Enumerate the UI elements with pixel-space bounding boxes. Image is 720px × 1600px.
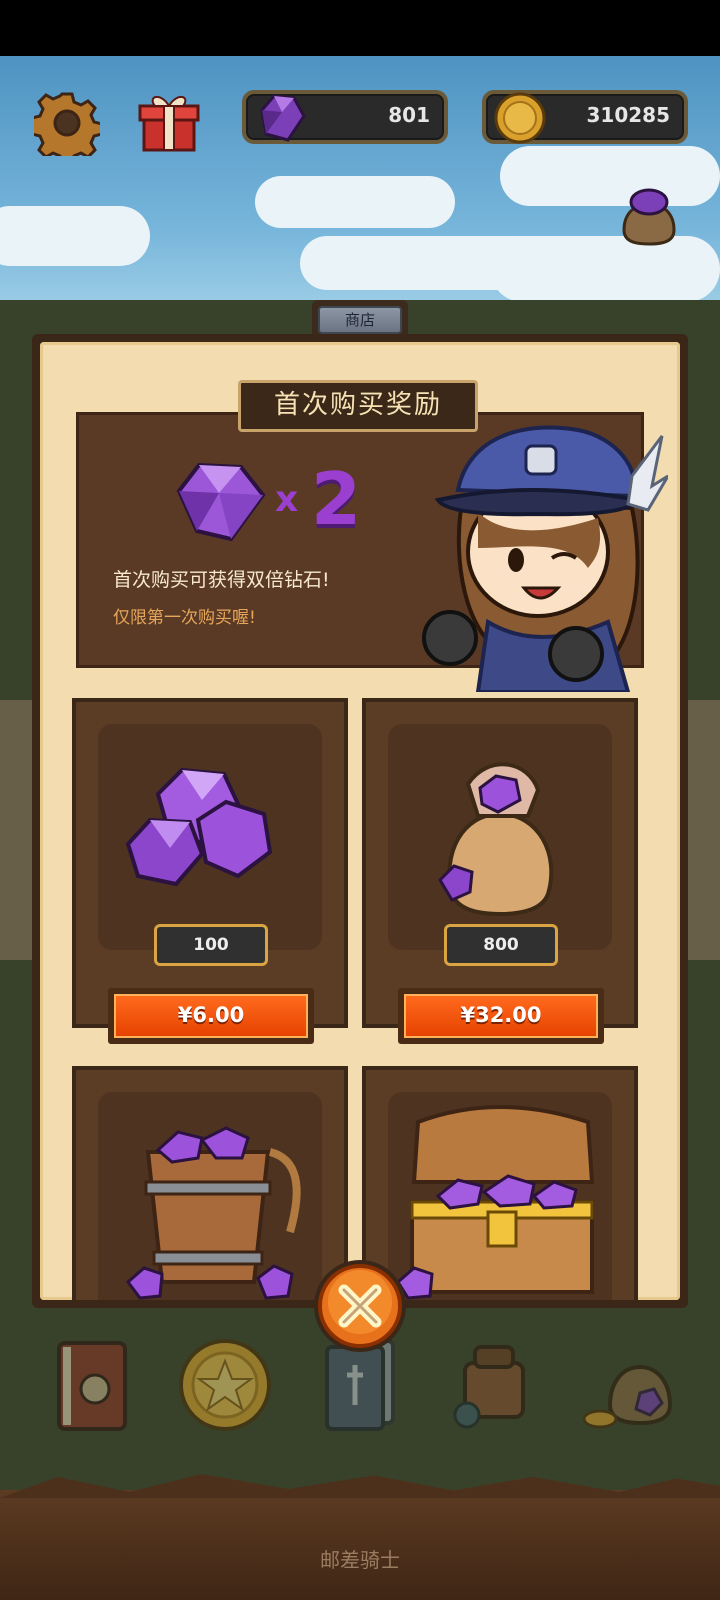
treasure-icon bbox=[582, 1364, 673, 1429]
buy-button-1[interactable]: ¥6.00 bbox=[108, 988, 314, 1044]
nav-treasure[interactable] bbox=[580, 1335, 680, 1435]
promo-multiplier-x: x bbox=[275, 479, 299, 520]
game-title: 邮差骑士 bbox=[320, 1548, 400, 1572]
shop-panel: x 2 首次购买可获得双倍钻石! 仅限第一次购买喔! 首次购买奖励 100 ¥6… bbox=[32, 334, 688, 1308]
coin-count: 310285 bbox=[586, 103, 671, 127]
bag-icon bbox=[453, 1345, 525, 1429]
book-icon bbox=[57, 1341, 127, 1431]
item-quantity: 100 bbox=[154, 924, 268, 966]
gem-pile-icon bbox=[125, 767, 273, 887]
promo-note: 仅限第一次购买喔! bbox=[113, 608, 256, 628]
shop-tab: 商店 bbox=[312, 300, 408, 338]
close-button[interactable] bbox=[310, 1256, 410, 1356]
nav-bag[interactable] bbox=[445, 1335, 545, 1435]
close-icon bbox=[314, 1260, 406, 1352]
gem-icon bbox=[260, 94, 306, 142]
gem-sack-icon bbox=[438, 762, 554, 917]
price-label: ¥6.00 bbox=[114, 994, 308, 1038]
shop-tab-label: 商店 bbox=[318, 306, 402, 334]
gem-balance[interactable]: 801 bbox=[242, 90, 448, 144]
star-coin-icon bbox=[179, 1339, 271, 1431]
shop-item-card-1[interactable]: 100 ¥6.00 bbox=[72, 698, 348, 1044]
nav-book[interactable] bbox=[40, 1335, 140, 1435]
settings-button[interactable] bbox=[30, 90, 104, 166]
treasure-chest-icon bbox=[396, 1105, 595, 1300]
gift-icon bbox=[138, 96, 200, 152]
shop-panel-inner: x 2 首次购买可获得双倍钻石! 仅限第一次购买喔! 首次购买奖励 100 ¥6… bbox=[40, 342, 680, 1300]
nav-coin[interactable] bbox=[175, 1335, 275, 1435]
gem-icon bbox=[176, 462, 266, 542]
item-quantity: 800 bbox=[444, 924, 558, 966]
promo-multiplier-number: 2 bbox=[311, 457, 362, 541]
gem-bucket-icon bbox=[125, 1126, 301, 1300]
gear-icon bbox=[30, 92, 104, 166]
buy-button-2[interactable]: ¥32.00 bbox=[398, 988, 604, 1044]
sack-icon bbox=[622, 188, 676, 246]
coin-icon bbox=[494, 92, 546, 144]
shop-item-card-3[interactable] bbox=[72, 1066, 348, 1300]
shop-item-card-2[interactable]: 800 ¥32.00 bbox=[362, 698, 638, 1044]
promo-description: 首次购买可获得双倍钻石! bbox=[113, 569, 330, 591]
mascot-character bbox=[422, 425, 668, 692]
gem-count: 801 bbox=[388, 103, 430, 127]
status-bar bbox=[0, 0, 720, 56]
price-label: ¥32.00 bbox=[404, 994, 598, 1038]
coin-balance[interactable]: 310285 bbox=[482, 90, 688, 144]
gift-button[interactable] bbox=[136, 88, 202, 154]
gem-sack-shortcut[interactable] bbox=[614, 180, 684, 250]
top-hud: 801 310285 bbox=[0, 80, 720, 166]
